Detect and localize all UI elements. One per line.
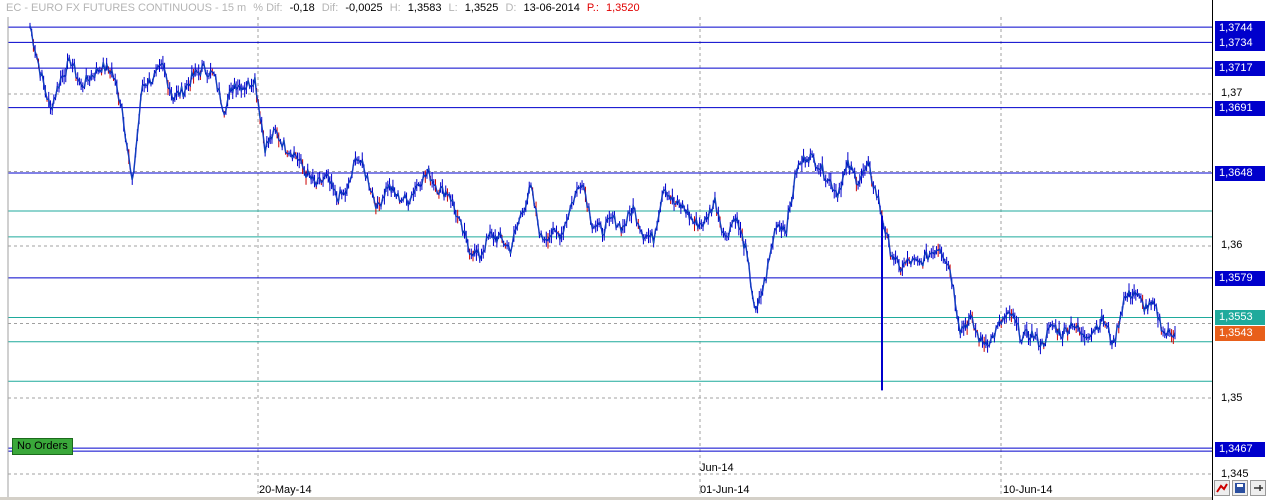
- instrument-title: EC - EURO FX FUTURES CONTINUOUS - 15 m: [6, 2, 247, 14]
- high-value: 1,3583: [407, 2, 442, 14]
- axis-label-1-37: 1,37: [1221, 87, 1243, 99]
- price-tag-1-3579: 1,3579: [1215, 271, 1265, 286]
- date-label-month-jun: Jun-14: [700, 462, 734, 474]
- axis-label-1-35: 1,35: [1221, 392, 1243, 404]
- price-tag-1-3734: 1,3734: [1215, 36, 1265, 51]
- diff-value: -0,0025: [345, 2, 383, 14]
- price-value: 1,3520: [605, 2, 640, 14]
- price-series-line: [29, 25, 1176, 348]
- price-tag-1-3691: 1,3691: [1215, 101, 1265, 116]
- low-label: L:: [448, 2, 458, 14]
- price-tag-1-3553: 1,3553: [1215, 310, 1265, 325]
- price-tag-1-3744: 1,3744: [1215, 21, 1265, 36]
- price-tag-1-3467: 1,3467: [1215, 442, 1265, 457]
- price-chart-svg[interactable]: [0, 0, 1212, 500]
- date-label-20-may: 20-May-14: [259, 484, 312, 496]
- axis-label-1-36: 1,36: [1221, 239, 1243, 251]
- date-label: D:: [505, 2, 517, 14]
- price-tag-1-3648: 1,3648: [1215, 166, 1265, 181]
- no-orders-badge[interactable]: No Orders: [12, 438, 73, 455]
- price-axis[interactable]: 1,3744 1,3734 1,3717 1,37 1,3691 1,3648 …: [1212, 0, 1268, 500]
- date-label-10-jun: 10-Jun-14: [1003, 484, 1053, 496]
- price-series-overlay: [29, 25, 1176, 347]
- indicator-icon[interactable]: [1214, 480, 1230, 496]
- last-price-tag: 1,3543: [1215, 326, 1265, 341]
- pct-diff-label: % Dif:: [253, 2, 283, 14]
- chart-toolbar: [1212, 478, 1268, 500]
- high-label: H:: [389, 2, 401, 14]
- low-value: 1,3525: [464, 2, 499, 14]
- diff-label: Dif:: [321, 2, 339, 14]
- save-icon[interactable]: [1232, 480, 1248, 496]
- date-value: 13-06-2014: [523, 2, 580, 14]
- pct-diff-value: -0,18: [289, 2, 315, 14]
- date-label-01-jun: 01-Jun-14: [700, 484, 750, 496]
- pin-icon[interactable]: [1250, 480, 1266, 496]
- price-tag-1-3717: 1,3717: [1215, 61, 1265, 76]
- chart-plot-area[interactable]: [0, 0, 1212, 500]
- chart-header: EC - EURO FX FUTURES CONTINUOUS - 15 m %…: [0, 0, 1212, 17]
- price-label: P.:: [586, 2, 599, 14]
